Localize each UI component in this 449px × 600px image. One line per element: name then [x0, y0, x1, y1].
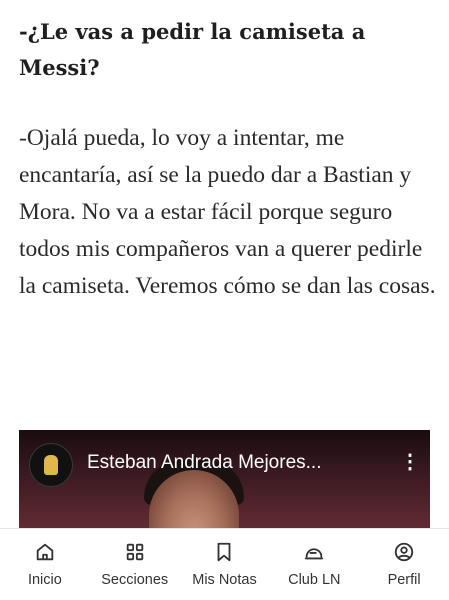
article-body: -¿Le vas a pedir la camiseta a Messi? -O…: [19, 14, 439, 305]
nav-label-inicio: Inicio: [27, 572, 62, 588]
nav-label-perfil: Perfil: [387, 572, 421, 588]
nav-item-mis-notas[interactable]: Mis Notas: [180, 529, 270, 600]
channel-avatar[interactable]: [29, 443, 73, 487]
interview-answer: -Ojalá pueda, lo voy a intentar, me enca…: [19, 125, 436, 299]
nav-item-inicio[interactable]: Inicio: [0, 529, 90, 600]
nav-item-secciones[interactable]: Secciones: [90, 529, 180, 600]
video-title[interactable]: Esteban Andrada Mejores...: [87, 452, 321, 474]
bottom-navigation: Inicio Secciones Mis Notas Club LN Perfi…: [0, 528, 449, 600]
bookmark-icon: [218, 542, 231, 562]
more-options-icon[interactable]: ⋮: [400, 450, 420, 474]
nav-label-secciones: Secciones: [101, 572, 169, 588]
nav-label-club-ln: Club LN: [288, 572, 341, 588]
home-icon: [36, 543, 54, 561]
embedded-video[interactable]: Esteban Andrada Mejores... ⋮: [19, 430, 430, 540]
nav-label-mis-notas: Mis Notas: [192, 572, 257, 588]
grid-icon: [126, 543, 143, 561]
nav-item-club-ln[interactable]: Club LN: [269, 529, 359, 600]
goalkeeper-glove-icon: [44, 455, 58, 475]
nav-item-perfil[interactable]: Perfil: [359, 529, 449, 600]
club-icon: [305, 548, 324, 560]
profile-icon: [394, 542, 414, 562]
interview-question: -¿Le vas a pedir la camiseta a Messi?: [19, 19, 366, 80]
